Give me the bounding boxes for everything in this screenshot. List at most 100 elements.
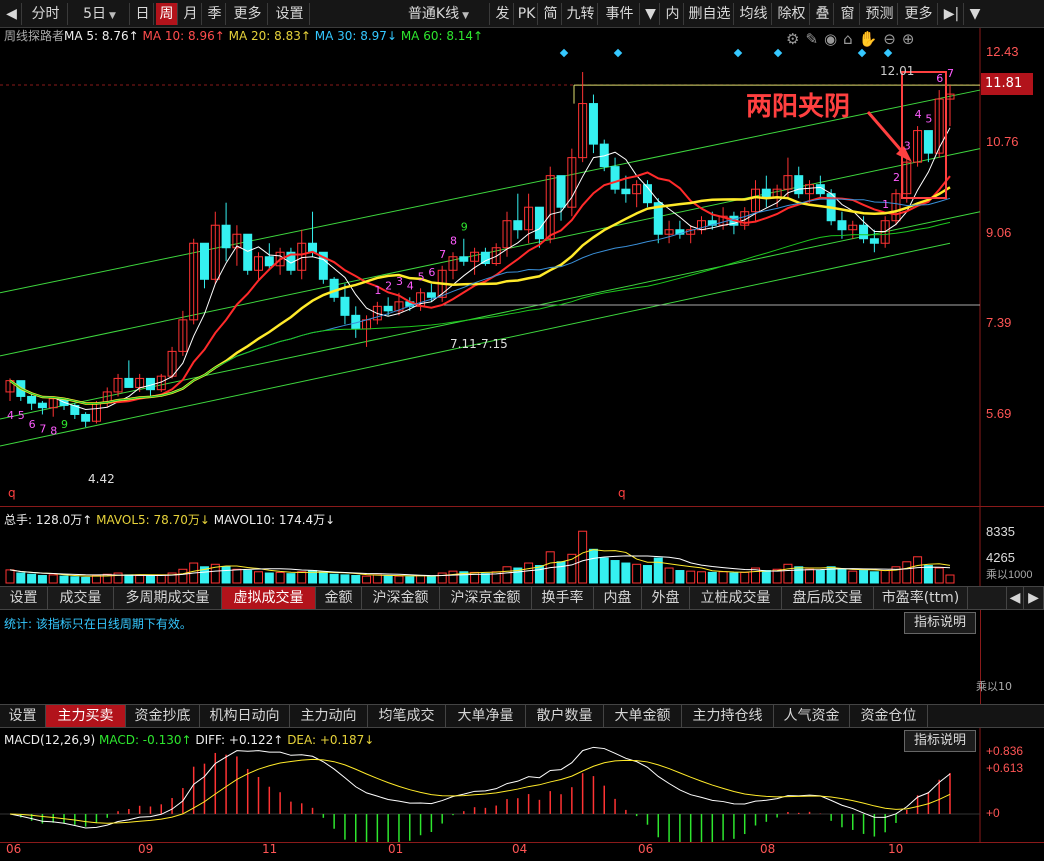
- candle-body: [621, 188, 631, 195]
- tab-retail-count[interactable]: 散户数量: [526, 705, 604, 727]
- kline-type-select[interactable]: 普通K线: [388, 3, 490, 25]
- window-button[interactable]: 窗: [836, 3, 860, 25]
- volume-bar: [696, 571, 706, 584]
- tab-pe-ttm[interactable]: 市盈率(ttm): [874, 587, 968, 609]
- tab-volume[interactable]: 成交量: [48, 587, 114, 609]
- more-button[interactable]: 更多: [900, 3, 938, 25]
- publish-button[interactable]: 发: [492, 3, 514, 25]
- volume-bar: [243, 570, 253, 584]
- volume-panel[interactable]: 总手: 128.0万↑ MAVOL5: 78.70万↓ MAVOL10: 174…: [0, 506, 1044, 587]
- volume-bar: [416, 575, 426, 584]
- tab-5day[interactable]: 5日: [70, 3, 130, 25]
- events-button[interactable]: 事件: [600, 3, 640, 25]
- macd-panel[interactable]: MACD(12,26,9) MACD: -0.130↑ DIFF: +0.122…: [0, 728, 1044, 842]
- tab-main-force-trade[interactable]: 主力买卖: [46, 705, 126, 727]
- candle-body: [534, 206, 544, 240]
- tab-turnover[interactable]: 换手率: [532, 587, 594, 609]
- back-icon[interactable]: ◀: [2, 3, 22, 25]
- mavol5-line: [9, 549, 951, 577]
- stats-panel[interactable]: 统计: 该指标只在日线周期下有效。 指标说明 乘以10: [0, 610, 1044, 704]
- indicator-help-button[interactable]: 指标说明: [904, 612, 976, 634]
- ma10-line: [9, 171, 951, 405]
- dea-value: DEA: +0.187↓: [287, 733, 375, 747]
- ma-button[interactable]: 均线: [736, 3, 772, 25]
- macd-help-button[interactable]: 指标说明: [904, 730, 976, 752]
- nine-turn-count: 3: [904, 140, 911, 153]
- current-price-tag: 11.81: [981, 73, 1033, 95]
- event-diamond: [559, 48, 569, 58]
- chart-tool-icons[interactable]: ⚙✎◉⌂✋⊖⊕: [786, 30, 920, 48]
- tab-virtual-volume[interactable]: 虚拟成交量: [222, 587, 316, 609]
- tab-month[interactable]: 月: [180, 3, 202, 25]
- ex-rights-button[interactable]: 除权: [774, 3, 810, 25]
- volume-bar: [480, 573, 490, 584]
- tab-fund-bottom[interactable]: 资金抄底: [126, 705, 200, 727]
- volume-bar: [383, 575, 393, 584]
- stock-app: { "toolbar": { "items": ["分时","5日","日","…: [0, 0, 1044, 861]
- nine-turn-count: 4: [407, 279, 414, 292]
- kline-chart[interactable]: 4 56 7 891 2 3 45 67891234 56 7: [0, 28, 1044, 506]
- volume-bar: [761, 570, 771, 584]
- tab-settings[interactable]: 设置: [0, 587, 48, 609]
- tab-pile-volume[interactable]: 立桩成交量: [690, 587, 782, 609]
- mavol10-value: MAVOL10: 174.4万↓: [213, 513, 336, 527]
- forecast-button[interactable]: 预测: [862, 3, 898, 25]
- scroll-right-icon[interactable]: ▶: [1024, 587, 1044, 609]
- q-mark: q: [618, 486, 626, 500]
- tab-inner[interactable]: 内盘: [594, 587, 642, 609]
- tab-multi-period-volume[interactable]: 多周期成交量: [114, 587, 222, 609]
- tab-week[interactable]: 周: [156, 3, 178, 25]
- x-tick: 06: [638, 842, 654, 856]
- volume-bar: [599, 557, 609, 584]
- remove-watchlist-button[interactable]: 删自选: [686, 3, 734, 25]
- tab-outer[interactable]: 外盘: [642, 587, 690, 609]
- tab-large-net[interactable]: 大单净量: [446, 705, 526, 727]
- dropdown-icon[interactable]: ▼: [642, 3, 660, 25]
- overlay-button[interactable]: 叠: [812, 3, 834, 25]
- inner-button[interactable]: 内: [662, 3, 684, 25]
- event-diamond: [857, 48, 867, 58]
- nine-turn-count: 9: [61, 418, 68, 431]
- tab-main-holding-line[interactable]: 主力持仓线: [682, 705, 774, 727]
- tab-after-hours-volume[interactable]: 盘后成交量: [782, 587, 874, 609]
- pk-button[interactable]: PK: [516, 3, 538, 25]
- tab-institution-daily[interactable]: 机构日动向: [200, 705, 290, 727]
- nine-turn-count: 4: [915, 108, 922, 121]
- more-periods-button[interactable]: 更多: [228, 3, 268, 25]
- tab-settings-2[interactable]: 设置: [0, 705, 46, 727]
- tab-large-amount[interactable]: 大单金额: [604, 705, 682, 727]
- collapse-right-icon[interactable]: ▶|: [940, 3, 964, 25]
- macd-tick: +0.613: [986, 761, 1024, 775]
- volume-bar: [448, 570, 458, 584]
- scroll-left-icon[interactable]: ◀: [1006, 587, 1024, 609]
- volume-bar: [578, 530, 588, 584]
- volume-bar: [859, 570, 869, 584]
- tab-amount[interactable]: 金额: [316, 587, 362, 609]
- menu-dropdown-icon[interactable]: ▼: [966, 3, 984, 25]
- volume-bar: [372, 574, 382, 584]
- volume-bar: [48, 574, 58, 584]
- nine-turn-count: 8: [450, 234, 457, 247]
- tab-sh-sz-amount[interactable]: 沪深金额: [362, 587, 440, 609]
- volume-bar: [794, 566, 804, 584]
- macd-legend: MACD(12,26,9) MACD: -0.130↑ DIFF: +0.122…: [4, 732, 374, 748]
- tab-main-force-trend[interactable]: 主力动向: [290, 705, 368, 727]
- volume-bar: [869, 571, 879, 584]
- simple-button[interactable]: 简: [540, 3, 562, 25]
- tab-fund-position[interactable]: 资金仓位: [850, 705, 928, 727]
- price-tick: 10.76: [986, 134, 1019, 149]
- tab-avg-trade[interactable]: 均笔成交: [368, 705, 446, 727]
- settings-button[interactable]: 设置: [270, 3, 310, 25]
- volume-bar: [588, 548, 598, 584]
- tab-sh-sz-bj-amount[interactable]: 沪深京金额: [440, 587, 532, 609]
- tab-day[interactable]: 日: [132, 3, 154, 25]
- tab-quarter[interactable]: 季: [204, 3, 226, 25]
- nine-turn-button[interactable]: 九转: [564, 3, 598, 25]
- volume-legend: 总手: 128.0万↑ MAVOL5: 78.70万↓ MAVOL10: 174…: [4, 512, 335, 528]
- low-label: 4.42: [88, 472, 115, 486]
- volume-bar: [534, 565, 544, 584]
- tab-popularity-fund[interactable]: 人气资金: [774, 705, 850, 727]
- kline-panel[interactable]: 4567891234567891234567: [0, 28, 1044, 506]
- x-tick: 01: [388, 842, 404, 856]
- tab-intraday[interactable]: 分时: [24, 3, 68, 25]
